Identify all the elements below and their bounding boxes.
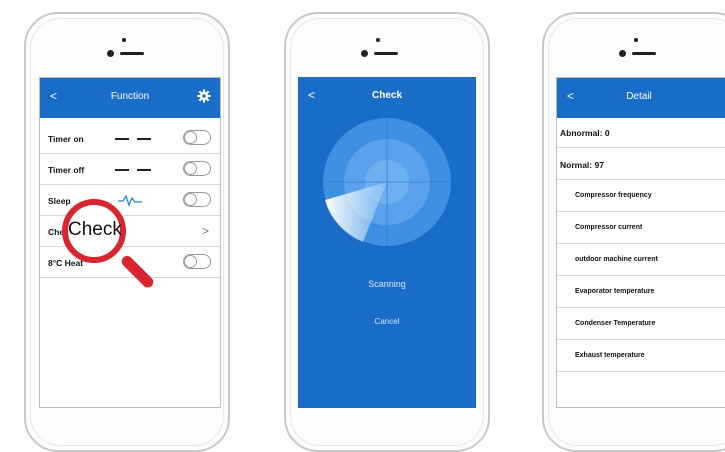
normal-label: Normal: 97 [560,160,604,170]
magnifier-handle [119,253,156,290]
toggle-knob [184,193,197,206]
front-camera [107,50,114,57]
timer-off-toggle[interactable] [183,161,211,176]
abnormal-count: Abnormal: 0 [557,116,725,148]
page-title: Function [110,91,150,102]
item-label: Exhaust temperature [575,352,645,359]
speaker-grille [120,52,144,55]
list-item: Condenser Temperature [557,308,725,340]
sleep-toggle[interactable] [183,192,211,207]
page-title: Detail [626,91,652,102]
screen-detail: < Detail Abnormal: 0 Normal: 97 Compress… [556,77,725,408]
timer-on-toggle[interactable] [183,130,211,145]
toggle-knob [184,162,197,175]
speaker-grille [374,52,398,55]
row-label: Timer on [48,134,84,144]
page-title: Check [371,90,402,101]
row-timer-off[interactable]: Timer off [40,154,220,185]
gear-icon[interactable] [197,89,211,103]
sensor-dot [634,38,638,42]
item-label: Compressor current [575,224,643,231]
front-camera [361,50,368,57]
phone-check: < Check Scanning Cancel [284,12,490,452]
dash-left [115,138,129,140]
dash-left [115,169,129,171]
list-item: Exhaust temperature [557,340,725,372]
normal-count: Normal: 97 [557,148,725,180]
cancel-button[interactable]: Cancel [298,317,476,326]
nav-bar: < Check [298,77,476,117]
list-item: Evaporator temperature [557,276,725,308]
phone-detail: < Detail Abnormal: 0 Normal: 97 Compress… [542,12,725,452]
nav-bar: < Function [40,78,220,118]
magnifier-callout: Check [62,199,156,293]
toggle-knob [184,131,197,144]
item-label: Condenser Temperature [575,320,656,327]
row-label: Timer off [48,165,85,175]
sensor-dot [122,38,126,42]
row-timer-on[interactable]: Timer on [40,123,220,154]
chevron-right-icon: > [201,224,209,238]
list-item: outdoor machine current [557,244,725,276]
item-label: Evaporator temperature [575,288,655,295]
list-item: Compressor frequency [557,180,725,212]
list-item: Compressor current [557,212,725,244]
item-label: outdoor machine current [575,256,658,263]
screen-check: < Check Scanning Cancel [298,77,476,408]
nav-bar: < Detail [557,78,725,118]
sensor-dot [376,38,380,42]
abnormal-label: Abnormal: 0 [560,128,610,138]
dash-right [137,169,151,171]
magnifier-label: Check [68,219,122,240]
scan-status: Scanning [368,279,406,289]
heat-8c-toggle[interactable] [183,254,211,269]
speaker-grille [632,52,656,55]
front-camera [619,50,626,57]
toggle-knob [184,255,197,268]
radar-scanner [323,118,451,246]
dash-right [137,138,151,140]
item-label: Compressor frequency [575,192,652,199]
